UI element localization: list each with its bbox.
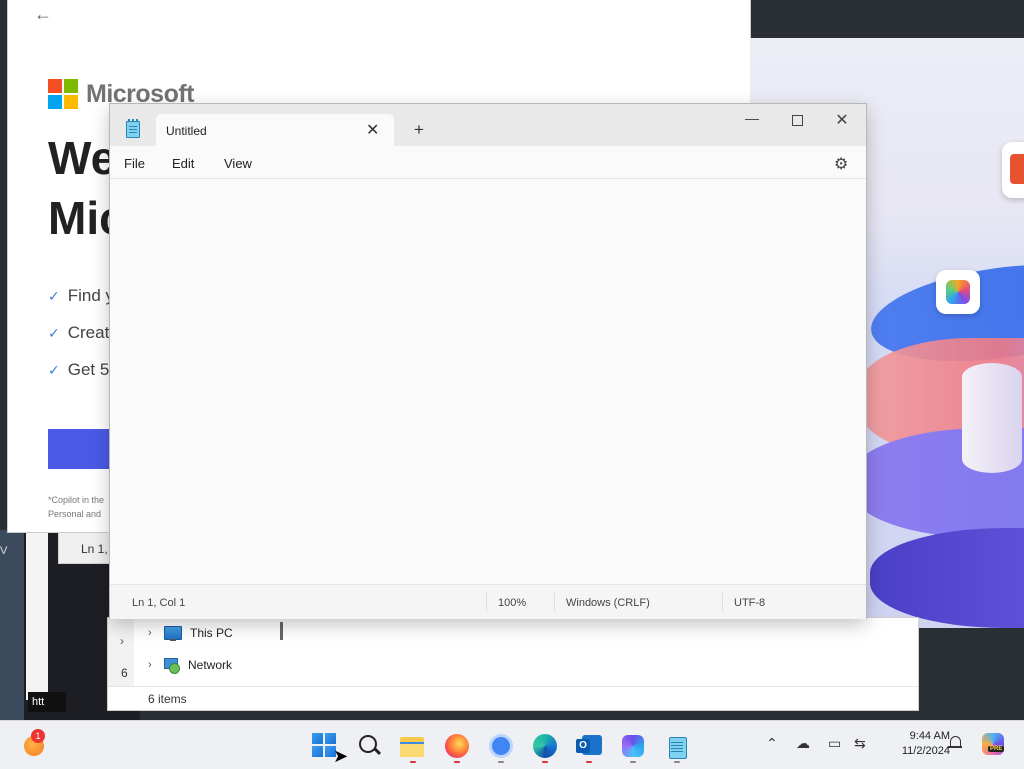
nav-item-network[interactable]: › Network bbox=[148, 658, 232, 674]
cloud-off-icon[interactable]: ☁ bbox=[796, 735, 810, 752]
taskbar: 1 ⌃ ☁ ▭ ⇆ 9:44 AM 11/2/2024 PRE bbox=[0, 720, 1024, 769]
bell-icon[interactable] bbox=[948, 736, 962, 750]
fine-print: *Copilot in the Personal and bbox=[48, 495, 105, 519]
notepad-status-bar: Ln 1, Col 1 100% Windows (CRLF) UTF-8 bbox=[110, 584, 866, 619]
maximize-button[interactable] bbox=[782, 110, 812, 130]
copilot-icon[interactable] bbox=[620, 733, 646, 759]
clock[interactable]: 9:44 AM 11/2/2024 bbox=[880, 729, 950, 759]
feature-item: ✓ Find y bbox=[48, 286, 115, 305]
explorer-count-text: 6 bbox=[121, 666, 128, 680]
display-icon[interactable]: ▭ bbox=[828, 735, 841, 752]
chevron-right-icon[interactable]: › bbox=[148, 627, 156, 639]
edge-icon[interactable] bbox=[532, 733, 558, 759]
line-ending[interactable]: Windows (CRLF) bbox=[566, 597, 650, 609]
search-icon[interactable] bbox=[357, 733, 383, 759]
close-window-button[interactable]: ✕ bbox=[827, 110, 857, 130]
copilot-app-icon bbox=[936, 270, 980, 314]
background-side-text: V bbox=[0, 545, 8, 557]
back-arrow-icon[interactable]: ← bbox=[34, 4, 52, 25]
close-tab-icon[interactable]: ✕ bbox=[366, 120, 379, 140]
network-status-icon[interactable]: ⇆ bbox=[854, 735, 866, 752]
explorer-left-column: › 6 bbox=[108, 618, 134, 686]
text-editor-area[interactable] bbox=[110, 179, 866, 584]
clock-date: 11/2/2024 bbox=[901, 745, 950, 757]
check-icon: ✓ bbox=[48, 325, 60, 341]
monitor-icon bbox=[164, 626, 182, 641]
file-explorer-window: › 6 › This PC › Network 6 items bbox=[108, 618, 918, 710]
zoom-level[interactable]: 100% bbox=[498, 597, 526, 609]
network-icon bbox=[164, 658, 180, 674]
check-icon: ✓ bbox=[48, 362, 60, 378]
nav-item-this-pc[interactable]: › This PC bbox=[148, 626, 233, 641]
cursor-position: Ln 1, Col 1 bbox=[132, 597, 186, 609]
menu-view[interactable]: View bbox=[224, 156, 252, 171]
gear-icon[interactable]: ⚙ bbox=[834, 154, 848, 174]
feature-item: ✓ Get 5 bbox=[48, 360, 110, 379]
notification-badge: 1 bbox=[31, 729, 45, 743]
menu-edit[interactable]: Edit bbox=[172, 156, 194, 171]
explorer-status-text: 6 items bbox=[148, 692, 187, 706]
feature-item: ✓ Create bbox=[48, 323, 119, 342]
nav-scrollbar[interactable] bbox=[280, 622, 283, 640]
tab-untitled[interactable]: Untitled ✕ bbox=[156, 114, 394, 146]
clock-time: 9:44 AM bbox=[909, 730, 950, 742]
tab-title: Untitled bbox=[166, 124, 207, 138]
mouse-cursor-icon: ➤ bbox=[333, 746, 349, 766]
background-status-text: Ln 1, C bbox=[58, 532, 118, 564]
microsoft-logo-icon bbox=[48, 79, 78, 109]
background-panel bbox=[26, 530, 48, 700]
menu-file[interactable]: File bbox=[124, 156, 145, 171]
chevron-right-icon[interactable]: › bbox=[120, 634, 124, 648]
notepad-icon bbox=[126, 119, 140, 138]
notepad-titlebar[interactable]: Untitled ✕ + — ✕ bbox=[110, 104, 866, 146]
chevron-right-icon[interactable]: › bbox=[148, 659, 156, 671]
file-explorer-icon[interactable] bbox=[400, 733, 426, 759]
encoding[interactable]: UTF-8 bbox=[734, 597, 765, 609]
office-app-icon bbox=[1002, 142, 1024, 198]
link-tooltip: htt bbox=[28, 692, 66, 712]
check-icon: ✓ bbox=[48, 288, 60, 304]
notepad-menubar: File Edit View ⚙ bbox=[110, 146, 866, 179]
notepad-taskbar-icon[interactable] bbox=[666, 733, 692, 759]
chrome-icon[interactable] bbox=[488, 733, 514, 759]
minimize-button[interactable]: — bbox=[737, 110, 767, 130]
notepad-window: Untitled ✕ + — ✕ File Edit View ⚙ Ln 1, … bbox=[110, 104, 866, 619]
chevron-up-icon[interactable]: ⌃ bbox=[766, 735, 778, 752]
new-tab-plus-icon[interactable]: + bbox=[414, 120, 424, 140]
outlook-icon[interactable] bbox=[576, 733, 602, 759]
copilot-preview-icon[interactable]: PRE bbox=[982, 733, 1005, 755]
firefox-icon[interactable] bbox=[444, 733, 470, 759]
